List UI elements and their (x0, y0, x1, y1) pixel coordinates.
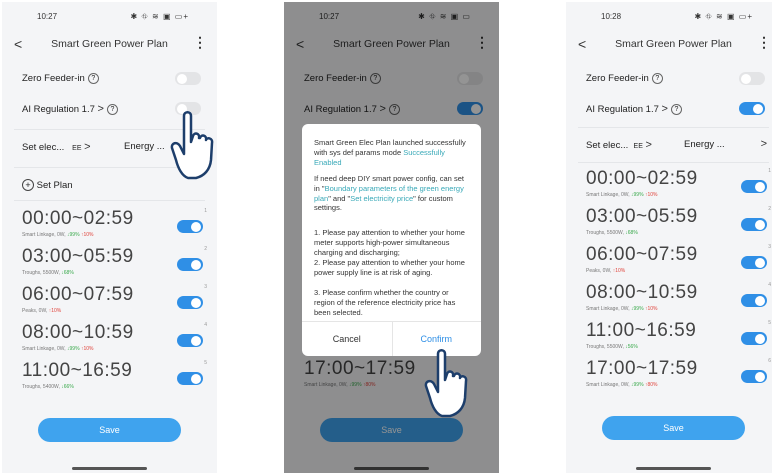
ai-regulation-row: AI Regulation 1.7 >? (566, 94, 772, 124)
plan-item[interactable]: 11:00~16:59 Troughs, 5400W, ↓66% 5 (2, 356, 217, 402)
help-circle-icon[interactable]: ? (651, 73, 663, 84)
dialog-note-2: 2. Please pay attention to whether your … (314, 258, 465, 277)
set-elec-value: EE (633, 143, 643, 150)
more-vertical-icon[interactable]: ⋮ (757, 34, 771, 51)
more-vertical-icon[interactable]: ⋮ (193, 34, 207, 51)
app-header: < Smart Green Power Plan ⋮ (2, 34, 217, 54)
plan-detail: Troughs, 5500W, ↓56% (586, 344, 638, 350)
plan-time-range: 03:00~05:59 (22, 246, 134, 267)
plan-toggle[interactable] (741, 256, 767, 269)
zero-feeder-label: Zero Feeder-in (586, 73, 649, 84)
status-time: 10:28 (601, 12, 622, 21)
confirm-dialog: Smart Green Elec Plan launched successfu… (302, 124, 481, 356)
plan-time-range: 06:00~07:59 (586, 244, 698, 265)
status-bar: 10:28 ✱ ⛗ ≋ ▣ ▭+ (566, 12, 772, 24)
plan-toggle[interactable] (177, 334, 203, 347)
plan-time-range: 08:00~10:59 (22, 322, 134, 343)
save-button[interactable]: Save (602, 416, 745, 440)
help-circle-icon[interactable]: ? (670, 104, 682, 115)
plan-toggle[interactable] (177, 296, 203, 309)
plan-toggle[interactable] (741, 294, 767, 307)
status-icons: ✱ ⛗ ≋ ▣ ▭+ (694, 12, 753, 21)
dialog-note-1: 1. Please pay attention to whether your … (314, 228, 465, 257)
plan-detail: Smart Linkage, 0W, ↓99% ↑10% (22, 346, 94, 352)
plan-time-range: 03:00~05:59 (586, 206, 698, 227)
plan-detail: Smart Linkage, 0W, ↓99% ↑10% (22, 232, 94, 238)
plan-detail: Smart Linkage, 0W, ↓99% ↑10% (586, 306, 658, 312)
plan-toggle[interactable] (741, 180, 767, 193)
plan-detail: Smart Linkage, 0W, ↓99% ↑10% (586, 192, 658, 198)
save-button[interactable]: Save (38, 418, 181, 442)
plan-time-range: 17:00~17:59 (586, 358, 698, 379)
divider (578, 127, 769, 128)
plan-toggle[interactable] (177, 258, 203, 271)
energy-label[interactable]: Energy ... (124, 141, 165, 152)
plan-time-range: 00:00~02:59 (586, 168, 698, 189)
chevron-right-icon[interactable]: > (98, 103, 104, 115)
chevron-right-icon[interactable]: > (646, 139, 652, 151)
ai-regulation-label: AI Regulation 1.7 (22, 104, 95, 115)
status-icons: ✱ ⛗ ≋ ▣ ▭+ (130, 12, 189, 21)
plan-time-range: 08:00~10:59 (586, 282, 698, 303)
phone-screen-1: 10:27 ✱ ⛗ ≋ ▣ ▭+ < Smart Green Power Pla… (2, 2, 217, 473)
phone-screen-2: 10:27 ✱ ⛗ ≋ ▣ ▭ < Smart Green Power Plan… (284, 2, 499, 473)
page-title: Smart Green Power Plan (615, 38, 732, 50)
ai-regulation-toggle[interactable] (739, 102, 765, 115)
plan-detail: Peaks, 0W, ↑10% (22, 308, 62, 314)
page-title: Smart Green Power Plan (51, 38, 168, 50)
zero-feeder-toggle[interactable] (739, 72, 765, 85)
cancel-button[interactable]: Cancel (302, 322, 392, 356)
set-price-link[interactable]: Set electricity price (350, 194, 413, 203)
divider (14, 200, 205, 201)
plan-time-range: 11:00~16:59 (586, 320, 697, 341)
plan-toggle[interactable] (741, 370, 767, 383)
plan-item[interactable]: 17:00~17:59 Smart Linkage, 0W, ↓99% ↑80%… (566, 354, 772, 400)
set-elec-label[interactable]: Set elec... (586, 140, 628, 151)
plan-detail: Smart Linkage, 0W, ↓99% ↑80% (586, 382, 658, 388)
chevron-right-icon[interactable]: > (662, 103, 668, 115)
plan-toggle[interactable] (741, 332, 767, 345)
dialog-note-3: 3. Please confirm whether the country or… (314, 288, 456, 317)
zero-feeder-toggle[interactable] (175, 72, 201, 85)
ai-regulation-label: AI Regulation 1.7 (586, 104, 659, 115)
help-circle-icon[interactable]: ? (106, 104, 118, 115)
zero-feeder-row: Zero Feeder-in? (2, 64, 217, 94)
plan-time-range: 06:00~07:59 (22, 284, 134, 305)
dialog-config-text: If need deep DIY smart power config, can… (314, 174, 464, 213)
energy-label[interactable]: Energy ... (684, 139, 725, 150)
pointing-hand-icon (424, 349, 468, 418)
set-elec-value: EE (72, 145, 82, 152)
plan-detail: Troughs, 5500W, ↓68% (586, 230, 638, 236)
plan-toggle[interactable] (741, 218, 767, 231)
help-circle-icon[interactable]: ? (87, 73, 99, 84)
plan-detail: Troughs, 5500W, ↓68% (22, 270, 74, 276)
pointing-hand-icon (170, 111, 214, 180)
zero-feeder-row: Zero Feeder-in? (566, 64, 772, 94)
set-elec-row: Set elec... EE > Energy ... > (566, 130, 772, 160)
home-indicator (72, 467, 147, 470)
plan-detail: Troughs, 5400W, ↓66% (22, 384, 74, 390)
set-elec-label[interactable]: Set elec... (22, 142, 64, 153)
plan-time-range: 00:00~02:59 (22, 208, 134, 229)
zero-feeder-label: Zero Feeder-in (22, 73, 85, 84)
status-time: 10:27 (37, 12, 58, 21)
divider (578, 162, 769, 163)
add-circle-icon[interactable]: + (22, 179, 34, 191)
chevron-right-icon[interactable]: > (761, 138, 767, 150)
set-plan-label[interactable]: Set Plan (37, 180, 73, 191)
phone-screen-3: 10:28 ✱ ⛗ ≋ ▣ ▭+ < Smart Green Power Pla… (566, 2, 772, 473)
plan-detail: Peaks, 0W, ↑10% (586, 268, 626, 274)
app-header: < Smart Green Power Plan ⋮ (566, 34, 772, 54)
plan-toggle[interactable] (177, 220, 203, 233)
home-indicator (636, 467, 711, 470)
plan-time-range: 11:00~16:59 (22, 360, 133, 381)
status-bar: 10:27 ✱ ⛗ ≋ ▣ ▭+ (2, 12, 217, 24)
plan-toggle[interactable] (177, 372, 203, 385)
chevron-right-icon[interactable]: > (84, 141, 90, 153)
dialog-success-text: Smart Green Elec Plan launched successfu… (314, 138, 466, 167)
